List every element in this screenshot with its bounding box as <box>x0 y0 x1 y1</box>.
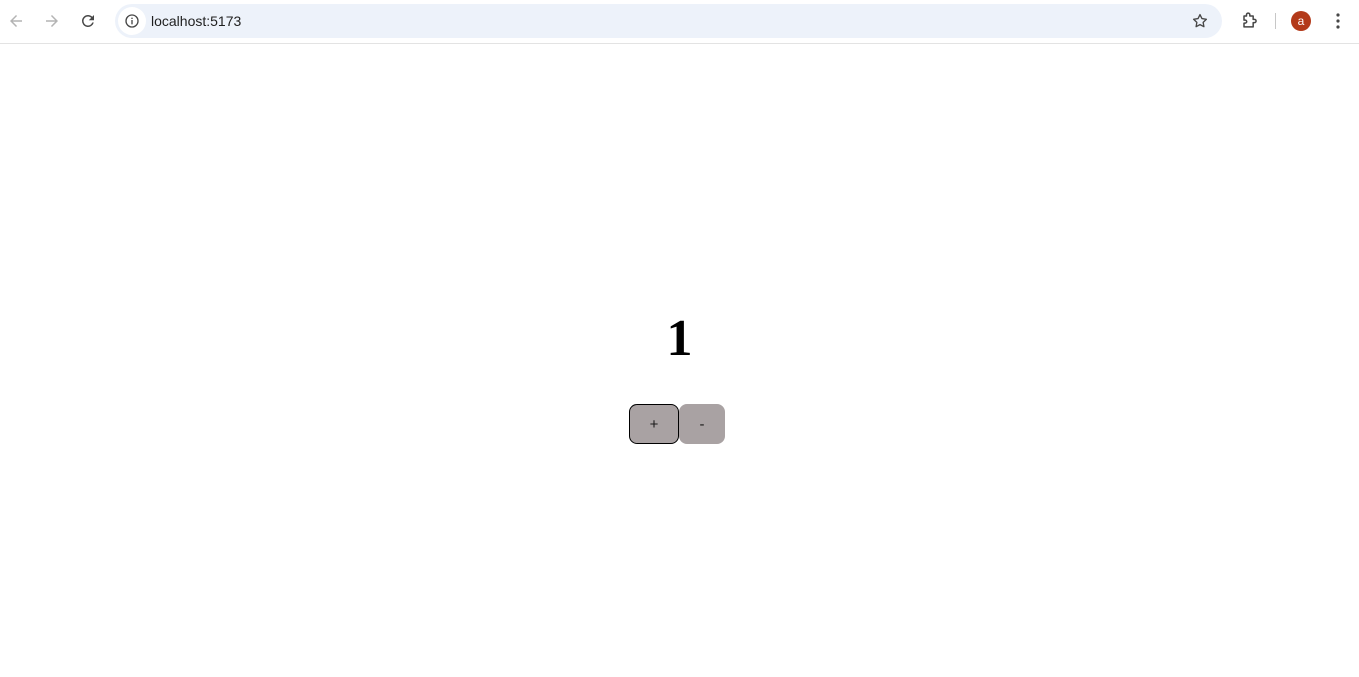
star-icon <box>1192 13 1208 28</box>
vertical-dots-icon <box>1336 13 1340 29</box>
profile-avatar[interactable]: a <box>1291 11 1311 31</box>
reload-icon <box>81 14 94 27</box>
arrow-left-icon <box>10 15 22 27</box>
browser-toolbar: localhost:5173 a <box>0 0 1359 44</box>
info-icon <box>125 14 139 28</box>
back-button[interactable] <box>1 6 31 36</box>
url-text[interactable]: localhost:5173 <box>151 4 241 38</box>
reload-button[interactable] <box>73 6 103 36</box>
forward-button[interactable] <box>37 6 67 36</box>
page-content: 1 + - <box>0 45 1359 677</box>
toolbar-divider <box>1275 13 1276 29</box>
increment-button[interactable]: + <box>629 404 679 444</box>
puzzle-icon <box>1243 12 1257 28</box>
extensions-button[interactable] <box>1236 8 1262 34</box>
decrement-button[interactable]: - <box>679 404 725 444</box>
bookmark-button[interactable] <box>1190 11 1210 31</box>
counter-value: 1 <box>666 310 693 367</box>
address-bar[interactable]: localhost:5173 <box>115 4 1222 38</box>
site-info-button[interactable] <box>118 7 146 35</box>
browser-menu-button[interactable] <box>1328 9 1348 33</box>
arrow-right-icon <box>46 15 58 27</box>
